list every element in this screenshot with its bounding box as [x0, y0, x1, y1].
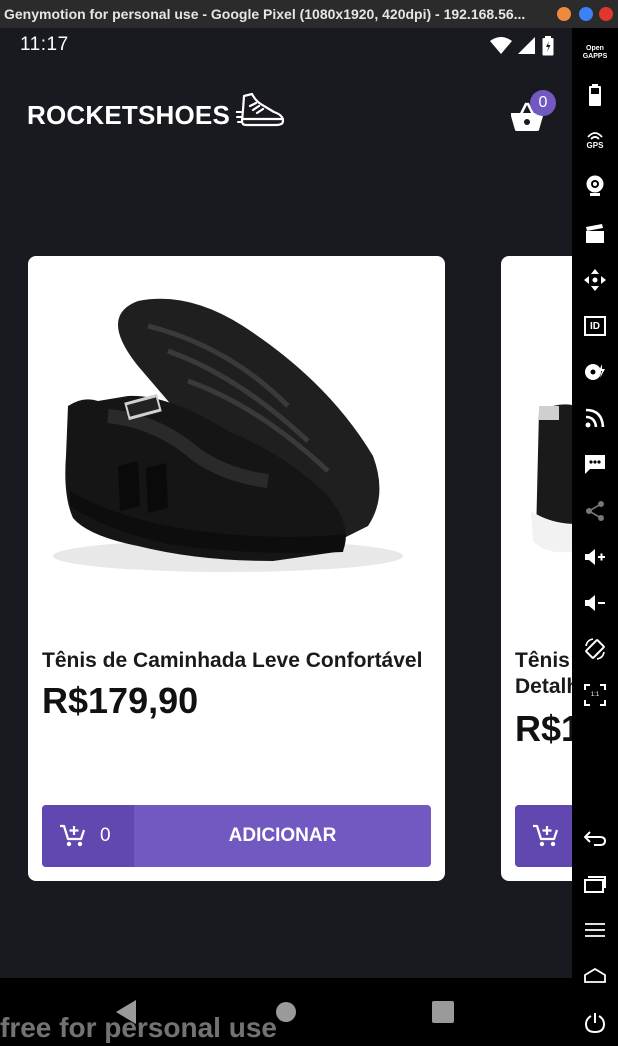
webcam-icon[interactable] — [583, 174, 607, 198]
cart-button[interactable]: 0 — [510, 90, 556, 136]
android-nav-bar: free for personal use — [0, 978, 572, 1046]
home-key-icon[interactable] — [583, 964, 607, 988]
running-shoe-icon — [236, 92, 285, 127]
product-image — [53, 298, 403, 572]
close-button[interactable] — [599, 7, 613, 21]
product-image — [531, 404, 572, 553]
app-logo[interactable]: ROCKETSHOES — [27, 100, 230, 131]
add-to-cart-button[interactable] — [515, 805, 572, 867]
app-header: ROCKETSHOES 0 — [0, 88, 572, 148]
cast-icon[interactable] — [583, 406, 607, 430]
battery-icon[interactable] — [583, 83, 607, 107]
product-card: Tênis de Caminhada Leve Confortável R$17… — [28, 256, 445, 881]
personal-use-watermark: free for personal use — [0, 1012, 277, 1043]
gps-icon[interactable]: GPS — [583, 128, 607, 152]
battery-icon — [542, 36, 554, 56]
back-key-icon[interactable] — [583, 826, 607, 850]
add-shopping-cart-icon — [60, 824, 86, 847]
phone-screen: 11:17 ROCKETSHOES 0 Tênis de Caminhada L… — [0, 28, 572, 1046]
volume-down-icon[interactable] — [583, 591, 607, 615]
menu-key-icon[interactable] — [583, 918, 607, 942]
rotate-icon[interactable] — [583, 637, 607, 661]
open-gapps-icon[interactable]: Open GAPPS — [582, 41, 608, 65]
product-title: Tênis de Caminhada Leve Confortável — [42, 649, 423, 672]
home-icon[interactable] — [275, 1001, 297, 1023]
add-to-cart-counter: 0 — [42, 805, 134, 867]
product-card-next: Tênis de Caminhada Leve Confortável Deta… — [501, 256, 572, 881]
add-shopping-cart-icon — [533, 824, 559, 847]
media-clapper-icon[interactable] — [583, 222, 607, 246]
pixel-perfect-icon[interactable]: 1:1 — [583, 683, 607, 707]
add-to-cart-label: ADICIONAR — [228, 825, 337, 846]
status-time: 11:17 — [20, 34, 69, 55]
product-price: R$179,90 — [42, 680, 199, 721]
add-to-cart-button[interactable]: 0 ADICIONAR — [42, 805, 431, 867]
add-to-cart-counter — [515, 805, 572, 867]
status-bar: 11:17 — [0, 28, 572, 62]
power-icon[interactable] — [583, 1011, 607, 1035]
recents-icon[interactable] — [432, 1001, 454, 1023]
disk-io-icon[interactable] — [583, 360, 607, 384]
move-dpad-icon[interactable] — [583, 268, 607, 292]
wifi-icon — [490, 37, 512, 54]
emulator-sidebar: Open GAPPS GPS ID 1:1 — [572, 28, 618, 1046]
device-id-icon[interactable]: ID — [583, 314, 607, 338]
maximize-button[interactable] — [579, 7, 593, 21]
sms-icon[interactable] — [583, 452, 607, 476]
product-title: Tênis de Caminhada Leve Confortável Deta… — [515, 649, 572, 698]
window-title: Genymotion for personal use - Google Pix… — [4, 6, 526, 22]
share-icon[interactable] — [583, 499, 607, 523]
cart-count-badge: 0 — [530, 90, 556, 116]
status-icons — [490, 36, 554, 56]
volume-up-icon[interactable] — [583, 545, 607, 569]
window-titlebar: Genymotion for personal use - Google Pix… — [0, 0, 618, 28]
minimize-button[interactable] — [557, 7, 571, 21]
product-amount: 0 — [100, 825, 111, 846]
recent-apps-key-icon[interactable] — [583, 872, 607, 896]
product-price: R$179,90 — [515, 708, 572, 749]
signal-icon — [518, 37, 535, 54]
